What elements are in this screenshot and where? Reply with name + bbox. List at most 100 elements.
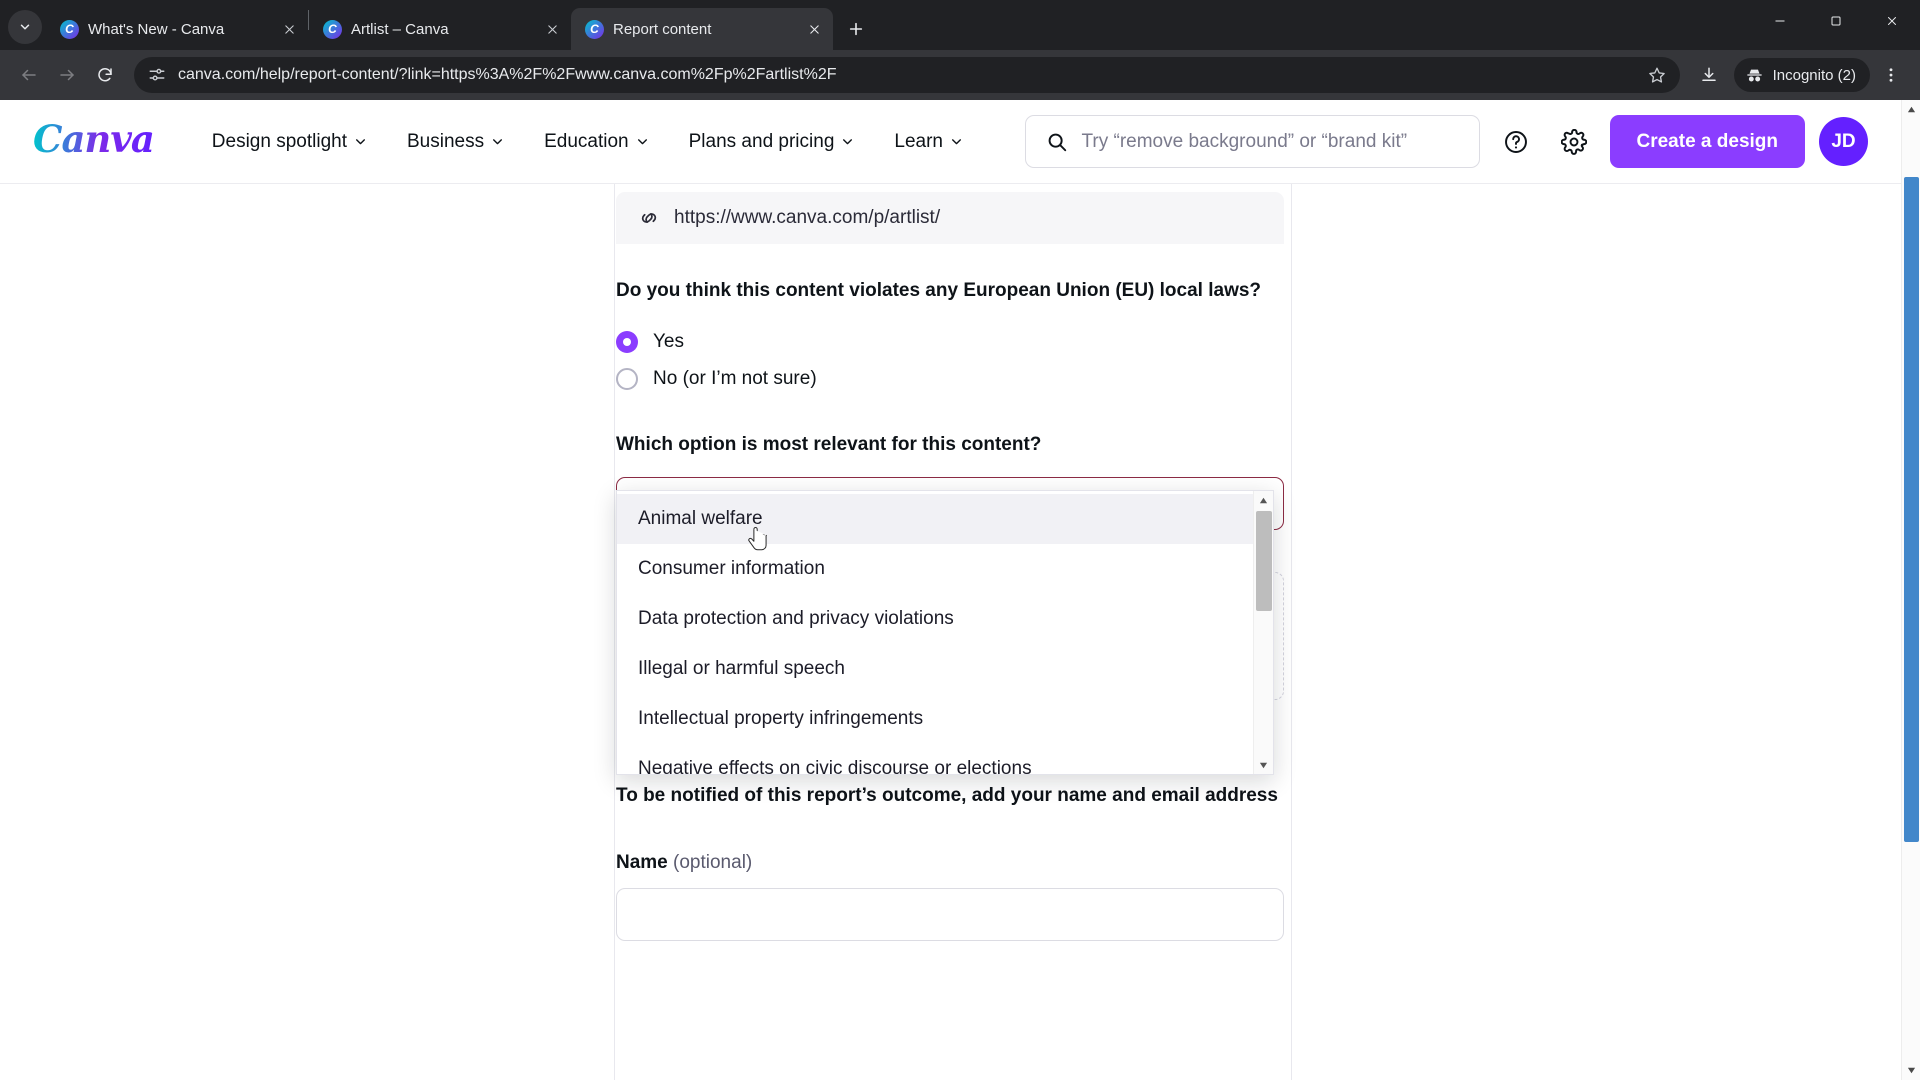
page-scroll-track[interactable]: [1902, 119, 1920, 1061]
downloads-button[interactable]: [1692, 58, 1726, 92]
help-circle-icon: [1504, 130, 1527, 153]
tab-close-icon[interactable]: [279, 19, 299, 39]
dropdown-option-animal-welfare[interactable]: Animal welfare: [617, 494, 1253, 544]
dropdown-scroll-track[interactable]: [1254, 509, 1273, 756]
download-icon: [1701, 67, 1716, 81]
maximize-icon: [1831, 16, 1841, 26]
canva-favicon: C: [585, 19, 604, 39]
arrow-right-icon: [60, 69, 74, 81]
reload-icon: [98, 68, 112, 82]
dropdown-option-ip-infringements[interactable]: Intellectual property infringements: [617, 694, 1253, 744]
dropdown-option-list: Animal welfare Consumer information Data…: [617, 491, 1253, 774]
browser-tab-whats-new[interactable]: C What's New - Canva: [46, 8, 308, 50]
plus-icon: [849, 22, 863, 36]
incognito-label: Incognito (2): [1772, 66, 1856, 84]
notify-section-title: To be notified of this report’s outcome,…: [616, 785, 1278, 807]
browser-tab-strip: C What's New - Canva C Artlist – Canva C…: [0, 0, 1920, 50]
search-input[interactable]: Try “remove background” or “brand kit”: [1024, 115, 1480, 168]
page-content: https://www.canva.com/p/artlist/ Do you …: [0, 184, 1901, 1080]
chevron-down-icon: [952, 139, 961, 145]
close-window-button[interactable]: [1864, 0, 1920, 42]
relevance-question: Which option is most relevant for this c…: [616, 433, 1042, 455]
canva-logo[interactable]: Canva: [33, 121, 155, 162]
radio-label: No (or I’m not sure): [653, 368, 817, 390]
avatar[interactable]: JD: [1819, 117, 1868, 166]
option-label: Data protection and privacy violations: [638, 608, 954, 629]
header-right-cluster: Try “remove background” or “brand kit” C…: [1024, 115, 1868, 168]
back-button[interactable]: [12, 58, 46, 92]
search-placeholder: Try “remove background” or “brand kit”: [1081, 130, 1408, 152]
option-label: Intellectual property infringements: [638, 708, 924, 729]
reported-link-field: https://www.canva.com/p/artlist/: [616, 192, 1284, 244]
triangle-down-icon: [1259, 762, 1268, 768]
relevance-dropdown-menu[interactable]: Animal welfare Consumer information Data…: [616, 490, 1274, 775]
reported-link-value: https://www.canva.com/p/artlist/: [674, 207, 941, 228]
browser-tab-artlist[interactable]: C Artlist – Canva: [309, 8, 571, 50]
radio-option-yes[interactable]: Yes: [616, 324, 1284, 361]
nav-item-design-spotlight[interactable]: Design spotlight: [192, 121, 387, 163]
nav-label: Business: [407, 130, 485, 152]
option-label: Negative effects on civic discourse or e…: [638, 758, 1032, 774]
incognito-indicator[interactable]: Incognito (2): [1733, 58, 1870, 92]
gear-icon: [1560, 128, 1587, 155]
triangle-down-icon: [1907, 1067, 1915, 1074]
tab-close-icon[interactable]: [804, 19, 824, 39]
search-icon: [1048, 133, 1066, 151]
link-icon: [641, 213, 657, 223]
report-form-column: https://www.canva.com/p/artlist/ Do you …: [615, 184, 1291, 1080]
dropdown-option-illegal-speech[interactable]: Illegal or harmful speech: [617, 644, 1253, 694]
nav-label: Plans and pricing: [688, 130, 835, 152]
tab-title: Report content: [613, 20, 712, 38]
dropdown-option-consumer-information[interactable]: Consumer information: [617, 544, 1253, 594]
browser-tab-report-content[interactable]: C Report content: [571, 8, 833, 50]
chevron-down-icon: [843, 139, 853, 145]
settings-button[interactable]: [1552, 120, 1596, 164]
page-scroll-thumb[interactable]: [1904, 177, 1919, 842]
url-text: canva.com/help/report-content/?link=http…: [178, 66, 837, 83]
maximize-button[interactable]: [1808, 0, 1864, 42]
tab-title: What's New - Canva: [88, 20, 225, 38]
dropdown-scroll-up-button[interactable]: [1254, 491, 1273, 509]
triangle-up-icon: [1259, 497, 1268, 503]
browser-menu-button[interactable]: [1874, 58, 1908, 92]
option-label: Consumer information: [638, 558, 825, 579]
eu-laws-question: Do you think this content violates any E…: [616, 280, 1262, 301]
name-input[interactable]: [616, 887, 1284, 941]
minimize-button[interactable]: [1752, 0, 1808, 42]
page-scrollbar[interactable]: [1901, 100, 1920, 1080]
radio-indicator: [616, 368, 638, 391]
new-tab-button[interactable]: [839, 12, 873, 46]
reload-button[interactable]: [88, 58, 122, 92]
site-settings-icon[interactable]: [148, 66, 166, 84]
nav-item-education[interactable]: Education: [524, 121, 669, 163]
incognito-icon: [1746, 69, 1762, 81]
triangle-up-icon: [1907, 106, 1915, 113]
nav-item-business[interactable]: Business: [387, 121, 524, 163]
canva-help-page: Canva Design spotlight Business Educatio…: [0, 100, 1901, 1080]
nav-item-plans-and-pricing[interactable]: Plans and pricing: [669, 121, 875, 163]
bookmark-star-icon[interactable]: [1648, 66, 1666, 84]
tab-title: Artlist – Canva: [351, 20, 449, 38]
address-bar[interactable]: canva.com/help/report-content/?link=http…: [134, 57, 1680, 93]
tab-close-icon[interactable]: [542, 19, 562, 39]
dropdown-scroll-down-button[interactable]: [1254, 756, 1273, 774]
radio-label: Yes: [653, 331, 684, 353]
radio-option-no[interactable]: No (or I’m not sure): [616, 361, 1284, 398]
forward-button[interactable]: [50, 58, 84, 92]
dropdown-scroll-thumb[interactable]: [1256, 511, 1272, 611]
nav-label: Design spotlight: [211, 130, 347, 152]
dropdown-option-civic-discourse[interactable]: Negative effects on civic discourse or e…: [617, 744, 1253, 774]
dropdown-option-data-protection[interactable]: Data protection and privacy violations: [617, 594, 1253, 644]
right-gutter: [1291, 184, 1901, 1080]
dropdown-scrollbar[interactable]: [1253, 491, 1273, 774]
minimize-icon: [1775, 20, 1785, 22]
radio-indicator: [616, 331, 638, 354]
canva-favicon: C: [60, 19, 79, 39]
help-button[interactable]: [1494, 120, 1538, 164]
nav-item-learn[interactable]: Learn: [874, 121, 983, 163]
tab-search-dropdown-icon[interactable]: [8, 10, 42, 44]
browser-window: C What's New - Canva C Artlist – Canva C…: [0, 0, 1920, 1080]
page-scroll-up-button[interactable]: [1902, 100, 1920, 119]
page-scroll-down-button[interactable]: [1902, 1061, 1920, 1080]
create-a-design-button[interactable]: Create a design: [1609, 115, 1805, 168]
